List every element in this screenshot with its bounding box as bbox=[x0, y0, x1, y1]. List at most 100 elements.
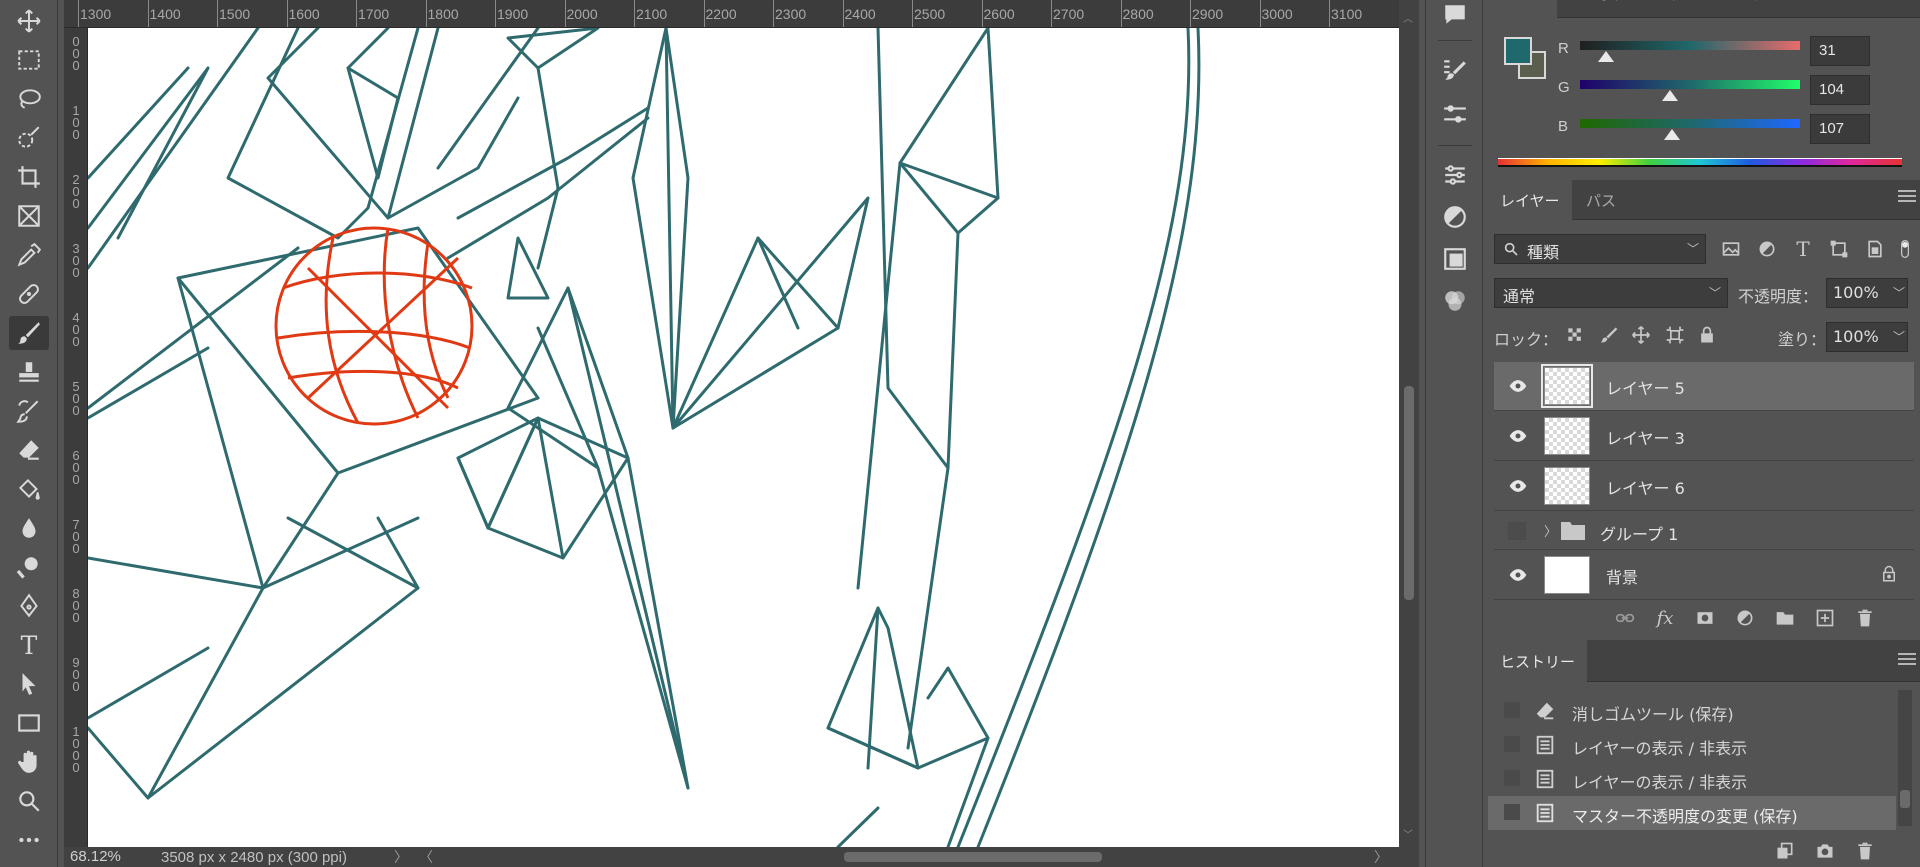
filter-pixel-button[interactable] bbox=[1720, 238, 1742, 260]
green-slider-track[interactable] bbox=[1580, 80, 1800, 89]
scroll-up-arrow[interactable]: ︿ bbox=[1403, 10, 1413, 25]
paint-bucket-tool[interactable] bbox=[9, 472, 49, 506]
healing-brush-tool[interactable] bbox=[9, 277, 49, 311]
eyedropper-tool[interactable] bbox=[9, 238, 49, 272]
lock-transparent-pixels-button[interactable] bbox=[1564, 324, 1586, 346]
delete-layer-button[interactable] bbox=[1852, 605, 1878, 631]
layer-name[interactable]: 背景 bbox=[1606, 564, 1638, 588]
move-tool[interactable] bbox=[9, 4, 49, 38]
layer-style-button[interactable]: fx bbox=[1652, 605, 1678, 631]
layer-filter-kind-select[interactable]: 種類 ﹀ bbox=[1494, 234, 1706, 264]
rectangle-tool[interactable] bbox=[9, 706, 49, 740]
new-document-from-state-button[interactable] bbox=[1772, 838, 1798, 864]
layer-row[interactable]: レイヤー 3 bbox=[1494, 412, 1914, 461]
brush-tool[interactable] bbox=[9, 316, 49, 350]
history-brush-tool[interactable] bbox=[9, 394, 49, 428]
history-scroll-thumb[interactable] bbox=[1900, 790, 1910, 808]
red-value-input[interactable]: 31 bbox=[1810, 36, 1870, 66]
eye-icon[interactable] bbox=[1506, 375, 1530, 397]
quick-selection-tool[interactable] bbox=[9, 121, 49, 155]
filter-smart-object-button[interactable] bbox=[1864, 238, 1886, 260]
crop-tool[interactable] bbox=[9, 160, 49, 194]
channels-button[interactable] bbox=[1440, 286, 1470, 316]
vertical-scrollbar[interactable]: ︿ ﹀ bbox=[1399, 0, 1419, 847]
filter-type-button[interactable]: T bbox=[1792, 237, 1814, 261]
filter-shape-button[interactable] bbox=[1828, 238, 1850, 260]
group-name[interactable]: グループ 1 bbox=[1600, 521, 1678, 545]
layer-group-row[interactable]: 〉 グループ 1 bbox=[1494, 512, 1914, 550]
blur-tool[interactable] bbox=[9, 511, 49, 545]
document-canvas[interactable] bbox=[88, 28, 1399, 847]
tool-presets-button[interactable] bbox=[1440, 100, 1470, 130]
adjustment-layer-button[interactable] bbox=[1732, 605, 1758, 631]
history-item[interactable]: レイヤーの表示 / 非表示 bbox=[1488, 728, 1896, 762]
history-snapshot-checkbox[interactable] bbox=[1504, 804, 1520, 820]
lock-artboard-button[interactable] bbox=[1664, 324, 1686, 346]
color-spectrum-bar[interactable] bbox=[1498, 158, 1902, 167]
green-value-input[interactable]: 104 bbox=[1810, 75, 1870, 105]
stamp-tool[interactable] bbox=[9, 355, 49, 389]
eye-icon[interactable] bbox=[1506, 475, 1530, 497]
libraries-button[interactable] bbox=[1440, 244, 1470, 274]
fill-input[interactable]: 100% ﹀ bbox=[1826, 322, 1908, 352]
tab-patterns[interactable]: パターン bbox=[1792, 0, 1875, 18]
foreground-color-swatch[interactable] bbox=[1504, 37, 1532, 65]
zoom-level[interactable]: 68.12% bbox=[70, 848, 121, 865]
frame-tool[interactable] bbox=[9, 199, 49, 233]
opacity-input[interactable]: 100% ﹀ bbox=[1826, 278, 1908, 308]
add-mask-button[interactable] bbox=[1692, 605, 1718, 631]
new-layer-button[interactable] bbox=[1812, 605, 1838, 631]
layer-name[interactable]: レイヤー 5 bbox=[1606, 375, 1685, 399]
scroll-down-arrow[interactable]: ﹀ bbox=[1403, 826, 1413, 841]
history-snapshot-checkbox[interactable] bbox=[1504, 702, 1520, 718]
status-expand-arrow[interactable]: 〉 bbox=[394, 847, 408, 867]
link-layers-button[interactable] bbox=[1612, 605, 1638, 631]
hand-tool[interactable] bbox=[9, 745, 49, 779]
layer-row[interactable]: レイヤー 5 bbox=[1494, 362, 1914, 411]
chevron-right-icon[interactable]: 〉 bbox=[1544, 521, 1557, 540]
history-item[interactable]: 消しゴムツール (保存) bbox=[1488, 694, 1896, 728]
lasso-tool[interactable] bbox=[9, 82, 49, 116]
new-group-button[interactable] bbox=[1772, 605, 1798, 631]
blend-mode-select[interactable]: 通常 ﹀ bbox=[1494, 278, 1728, 308]
layer-name[interactable]: レイヤー 3 bbox=[1606, 425, 1685, 449]
filter-adjustment-button[interactable] bbox=[1756, 238, 1778, 260]
comments-button[interactable] bbox=[1440, 0, 1470, 30]
type-tool[interactable]: T bbox=[9, 628, 49, 662]
history-snapshot-checkbox[interactable] bbox=[1504, 770, 1520, 786]
document-info[interactable]: 3508 px x 2480 px (300 ppi) bbox=[161, 849, 347, 866]
layers-panel-menu-icon[interactable] bbox=[1898, 190, 1916, 206]
new-snapshot-button[interactable] bbox=[1812, 838, 1838, 864]
brush-settings-button[interactable] bbox=[1440, 55, 1470, 85]
eye-icon[interactable] bbox=[1506, 564, 1530, 586]
tab-paths[interactable]: パス bbox=[1574, 180, 1628, 220]
properties-button[interactable] bbox=[1440, 160, 1470, 190]
lock-all-button[interactable] bbox=[1696, 324, 1718, 346]
blue-value-input[interactable]: 107 bbox=[1810, 114, 1870, 144]
scroll-right-arrow[interactable]: 〉 bbox=[1374, 847, 1388, 867]
scroll-left-arrow[interactable]: 〈 bbox=[419, 847, 433, 867]
vertical-scroll-thumb[interactable] bbox=[1404, 386, 1414, 600]
zoom-tool[interactable] bbox=[9, 784, 49, 818]
history-snapshot-checkbox[interactable] bbox=[1504, 736, 1520, 752]
history-panel-menu-icon[interactable] bbox=[1898, 653, 1916, 669]
tab-gradients[interactable]: グラデーション bbox=[1658, 0, 1787, 18]
tab-color[interactable]: カラー bbox=[1488, 0, 1558, 18]
red-slider-track[interactable] bbox=[1580, 41, 1800, 50]
layer-row[interactable]: レイヤー 6 bbox=[1494, 462, 1914, 511]
tab-layers[interactable]: レイヤー bbox=[1488, 180, 1572, 220]
delete-state-button[interactable] bbox=[1852, 838, 1878, 864]
lock-image-pixels-button[interactable] bbox=[1598, 324, 1620, 346]
eye-icon[interactable] bbox=[1506, 425, 1530, 447]
layer-row-background[interactable]: 背景 bbox=[1494, 551, 1914, 600]
blue-slider-track[interactable] bbox=[1580, 119, 1800, 128]
eraser-tool[interactable] bbox=[9, 433, 49, 467]
tab-history[interactable]: ヒストリー bbox=[1488, 640, 1588, 682]
filter-toggle-switch[interactable] bbox=[1894, 238, 1916, 260]
more-tools[interactable] bbox=[9, 823, 49, 857]
tab-swatches[interactable]: スウォッチ bbox=[1554, 0, 1653, 18]
pen-tool[interactable] bbox=[9, 589, 49, 623]
history-item[interactable]: レイヤーの表示 / 非表示 bbox=[1488, 762, 1896, 796]
green-slider-thumb[interactable] bbox=[1662, 90, 1679, 101]
history-scrollbar[interactable] bbox=[1898, 690, 1912, 826]
